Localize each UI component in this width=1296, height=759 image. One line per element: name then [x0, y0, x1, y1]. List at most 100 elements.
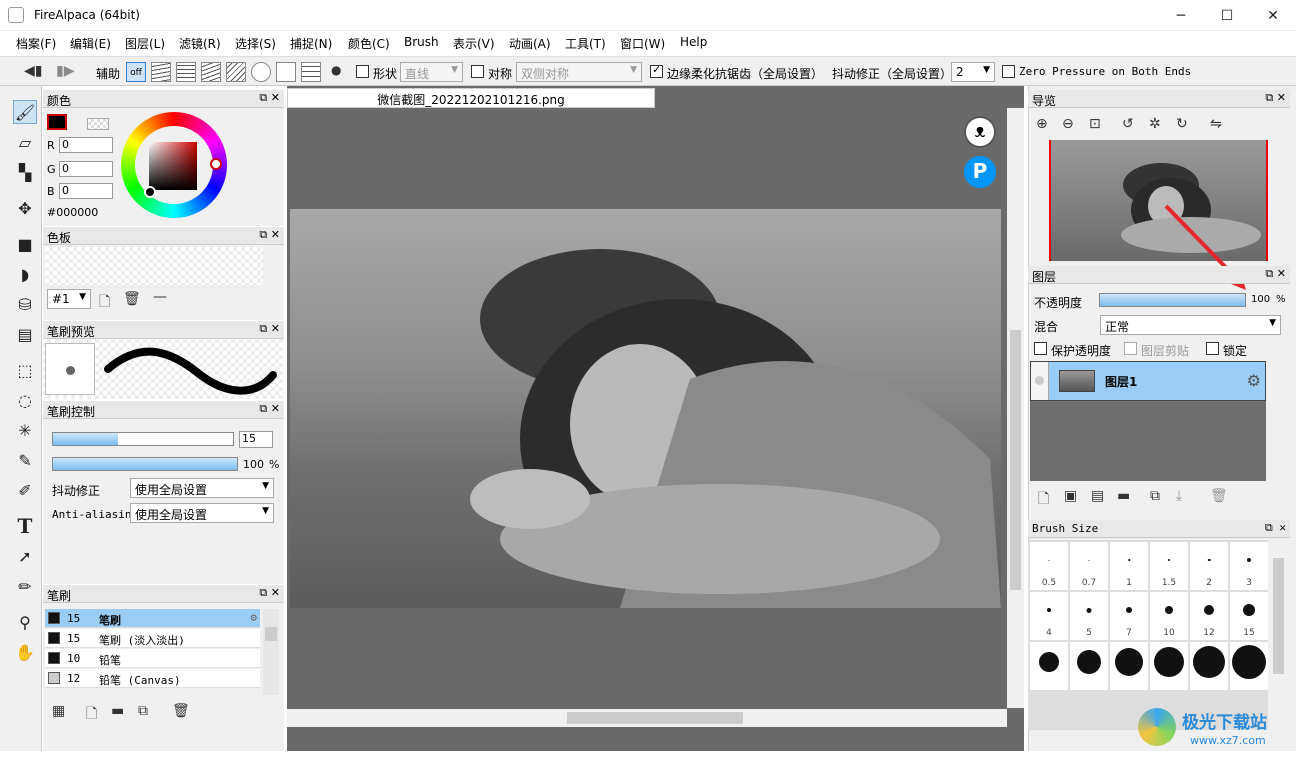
shape-select[interactable]: 直线 ▼: [400, 62, 463, 82]
minimize-button[interactable]: ─: [1158, 0, 1204, 31]
move-tool-icon[interactable]: ✥: [13, 196, 37, 220]
g-field[interactable]: 0: [59, 161, 113, 177]
sv-marker[interactable]: [144, 186, 156, 198]
brush-antialias-select[interactable]: 使用全局设置 ▼: [130, 503, 274, 523]
brush-size-cell[interactable]: 2: [1190, 542, 1228, 590]
new-layer-icon[interactable]: 🗋: [1038, 488, 1049, 512]
delete-palette-icon[interactable]: 🗑: [123, 291, 141, 307]
panel-controls-icon[interactable]: ⧉ ✕: [259, 228, 280, 242]
hue-wheel[interactable]: [121, 112, 227, 218]
eyedropper-tool-icon[interactable]: ⚲: [13, 610, 37, 634]
fill-rect-tool-icon[interactable]: ■: [13, 232, 37, 256]
panel-controls-icon[interactable]: ⧉ ✕: [259, 402, 280, 416]
brush-size-cell[interactable]: [1190, 642, 1228, 690]
brush-size-cell[interactable]: [1150, 642, 1188, 690]
snap-3d-button[interactable]: [301, 62, 321, 82]
stabilizer-select[interactable]: 2 ▼: [951, 62, 995, 82]
layer-visibility-icon[interactable]: [1031, 362, 1049, 400]
pixiv-icon[interactable]: P: [964, 156, 996, 188]
lasso-tool-icon[interactable]: ◌: [13, 388, 37, 412]
bucket-tool-icon[interactable]: ⛁: [13, 292, 37, 316]
transparent-color-swatch[interactable]: [87, 118, 109, 130]
canvas-horizontal-scrollbar[interactable]: [287, 709, 1007, 727]
brush-size-slider[interactable]: [52, 432, 234, 446]
layer-settings-icon[interactable]: ⚙: [1247, 371, 1261, 390]
new-1bit-layer-icon[interactable]: ▤: [1091, 488, 1104, 504]
symmetry-checkbox[interactable]: [471, 65, 484, 78]
brush-item[interactable]: 15 笔刷 ⚙: [45, 609, 260, 628]
layer-row[interactable]: 图层1 ⚙: [1030, 361, 1266, 401]
panel-controls-icon[interactable]: ⧉ ✕: [259, 322, 280, 336]
panel-controls-icon[interactable]: ⧉ ✕: [1265, 521, 1286, 535]
snap-point-icon[interactable]: ●: [331, 63, 341, 77]
undo-icon[interactable]: ◀▮: [24, 63, 42, 79]
brush-size-field[interactable]: 15: [239, 431, 273, 448]
rotate-right-icon[interactable]: ↻: [1176, 116, 1188, 132]
brush-stabilizer-select[interactable]: 使用全局设置 ▼: [130, 478, 274, 498]
layer-list-scrollbar[interactable]: [1268, 361, 1282, 481]
snap-grid-button[interactable]: [176, 62, 196, 82]
select-pen-tool-icon[interactable]: ✎: [13, 448, 37, 472]
panel-controls-icon[interactable]: ⧉ ✕: [1265, 267, 1286, 281]
brush-list-scrollbar[interactable]: [263, 609, 279, 695]
palette-swatches[interactable]: [45, 247, 263, 285]
shape-checkbox[interactable]: [356, 65, 369, 78]
panel-controls-icon[interactable]: ⧉ ✕: [259, 586, 280, 600]
brush-folder-icon[interactable]: ▬: [111, 703, 124, 719]
delete-layer-icon[interactable]: 🗑: [1210, 488, 1228, 504]
delete-brush-icon[interactable]: 🗑: [172, 703, 190, 719]
gradient-tool-icon[interactable]: ▤: [13, 322, 37, 346]
menu-brush[interactable]: Brush: [404, 35, 439, 49]
snap-parallel-button[interactable]: [151, 62, 171, 82]
canvas-vertical-scrollbar[interactable]: [1007, 108, 1024, 708]
brush-opacity-slider[interactable]: [52, 457, 238, 471]
duplicate-layer-icon[interactable]: ⧉: [1150, 488, 1160, 504]
menu-select[interactable]: 选择(S): [235, 35, 276, 52]
primary-color-swatch[interactable]: [47, 114, 67, 130]
text-tool-icon[interactable]: T: [13, 514, 37, 538]
blend-select[interactable]: 正常 ▼: [1100, 315, 1281, 335]
brush-size-cell[interactable]: 7: [1110, 592, 1148, 640]
new-8bit-layer-icon[interactable]: ▣: [1064, 488, 1077, 504]
flip-horizontal-icon[interactable]: ⇋: [1210, 116, 1222, 132]
b-field[interactable]: 0: [59, 183, 113, 199]
redo-icon[interactable]: ▮▶: [56, 63, 74, 79]
magic-wand-tool-icon[interactable]: ✳: [13, 418, 37, 442]
operation-tool-icon[interactable]: ➚: [13, 544, 37, 568]
zoom-out-icon[interactable]: ⊖: [1062, 116, 1074, 132]
snap-circle-button[interactable]: [251, 62, 271, 82]
brush-size-cell[interactable]: 1.5: [1150, 542, 1188, 590]
hand-tool-icon[interactable]: ✋: [13, 640, 37, 664]
brush-size-cell[interactable]: 10: [1150, 592, 1188, 640]
close-button[interactable]: ✕: [1250, 0, 1296, 31]
snap-radial-button[interactable]: [226, 62, 246, 82]
menu-help[interactable]: Help: [680, 35, 707, 49]
snap-perspective-button[interactable]: [201, 62, 221, 82]
palette-line-icon[interactable]: —: [153, 289, 167, 305]
brush-size-cell[interactable]: [1110, 642, 1148, 690]
eraser-tool-icon[interactable]: ▱: [13, 130, 37, 154]
brush-size-cell[interactable]: 12: [1190, 592, 1228, 640]
snap-off-button[interactable]: off: [126, 62, 146, 82]
brush-size-cell[interactable]: [1030, 642, 1068, 690]
palette-select[interactable]: #1 ▼: [47, 289, 91, 309]
brush-item[interactable]: 15 笔刷 (淡入淡出): [45, 629, 260, 648]
hue-marker[interactable]: [210, 158, 222, 170]
menu-filter[interactable]: 滤镜(R): [179, 35, 221, 52]
new-palette-icon[interactable]: 🗋: [99, 291, 110, 315]
maximize-button[interactable]: ☐: [1204, 0, 1250, 31]
layer-folder-icon[interactable]: ▬: [1117, 488, 1130, 504]
menu-file[interactable]: 档案(F): [16, 35, 56, 52]
panel-controls-icon[interactable]: ⧉ ✕: [1265, 91, 1286, 105]
divide-tool-icon[interactable]: ✏: [13, 574, 37, 598]
brush-size-cell[interactable]: 3: [1230, 542, 1268, 590]
menu-color[interactable]: 颜色(C): [348, 35, 390, 52]
menu-window[interactable]: 窗口(W): [620, 35, 665, 52]
zoom-fit-icon[interactable]: ⊡: [1089, 116, 1101, 132]
symmetry-select[interactable]: 双侧对称 ▼: [516, 62, 642, 82]
lock-checkbox[interactable]: [1206, 342, 1219, 355]
menu-edit[interactable]: 编辑(E): [70, 35, 111, 52]
brush-size-cell[interactable]: 0.5: [1030, 542, 1068, 590]
brush-settings-icon[interactable]: ⚙: [250, 611, 257, 624]
merge-layer-icon[interactable]: ⤓: [1176, 488, 1182, 504]
